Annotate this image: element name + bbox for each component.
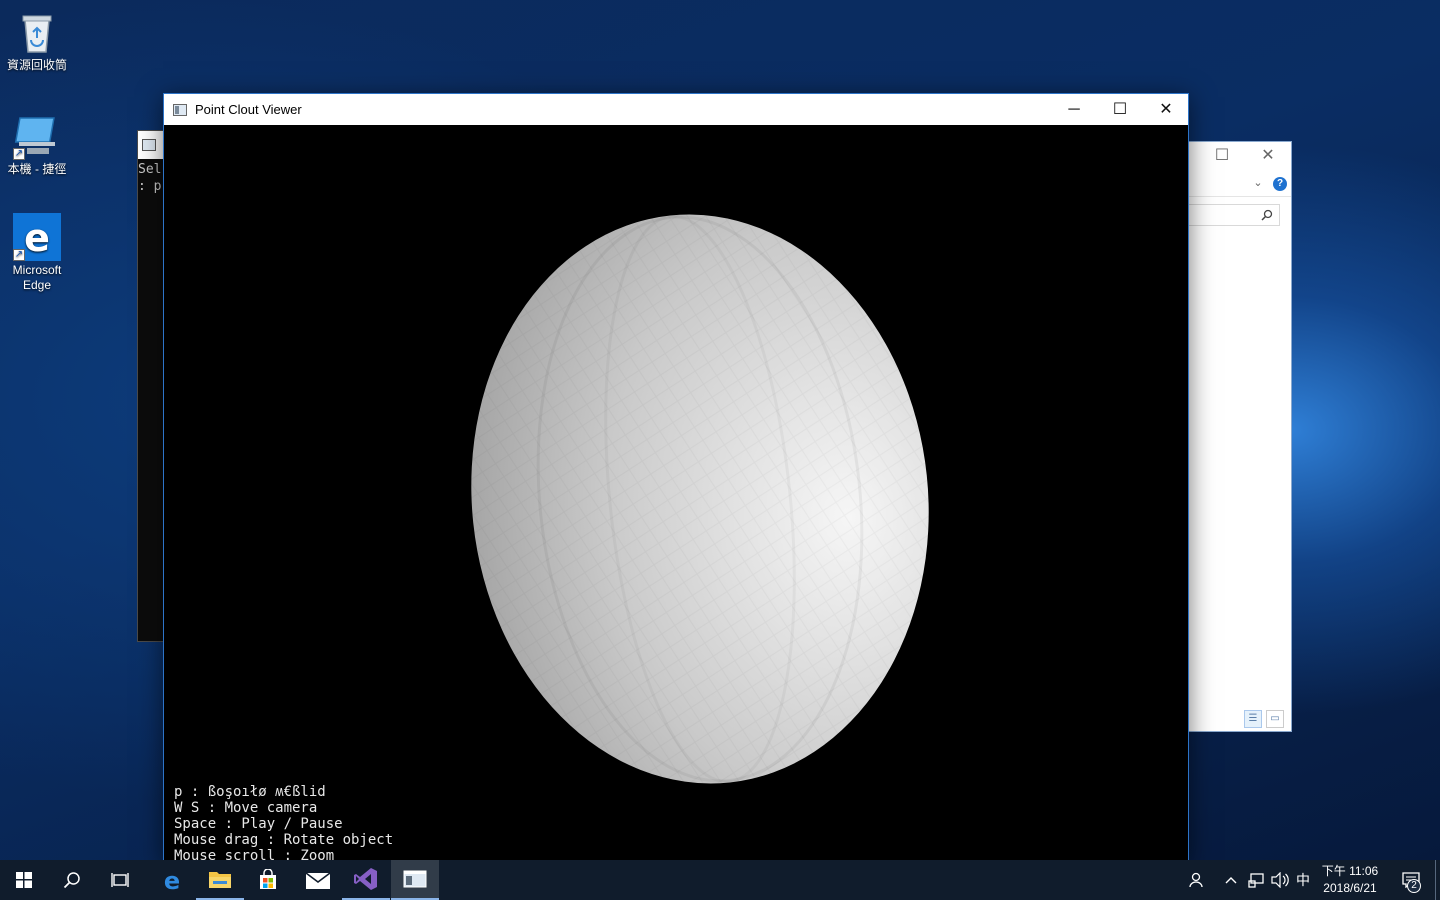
search-button[interactable]	[48, 860, 96, 900]
maximize-button[interactable]: ☐	[1097, 94, 1143, 125]
taskbar-point-viewer[interactable]	[391, 860, 439, 900]
store-icon	[260, 869, 276, 889]
chevron-down-icon[interactable]: ⌄	[1251, 176, 1265, 190]
taskbar: e 中 下午 11:06 2018/6/21	[0, 860, 1440, 900]
render-viewport[interactable]: p : ßoşoıłø ʍ€ßlid W S : Move camera Space…	[164, 125, 1188, 862]
close-button[interactable]: ✕	[1143, 94, 1189, 125]
network-icon	[1248, 873, 1264, 888]
details-view-button[interactable]: ☰	[1244, 710, 1262, 728]
notification-count-badge: 2	[1407, 879, 1421, 893]
taskbar-file-explorer[interactable]	[196, 860, 244, 900]
visual-studio-icon	[354, 868, 377, 890]
point-cloud-viewer-window[interactable]: Point Clout Viewer ─ ☐ ✕ p : ßoşoıłø ʍ€ß…	[163, 93, 1189, 863]
clock-date: 2018/6/21	[1323, 881, 1377, 895]
edge-icon: e	[164, 868, 180, 892]
explorer-maximize-button[interactable]: ☐	[1207, 146, 1237, 166]
search-icon	[1261, 209, 1273, 221]
svg-text:e: e	[164, 868, 180, 892]
rendered-ellipsoid[interactable]	[164, 125, 1188, 862]
point-viewer-icon	[403, 870, 427, 888]
explorer-titlebar[interactable]: ☐ ✕ ⌄ ?	[1189, 142, 1291, 197]
people-icon	[1189, 872, 1203, 888]
taskbar-visual-studio[interactable]	[342, 860, 390, 900]
mail-icon	[306, 872, 330, 889]
help-line: Space : Play / Pause	[174, 816, 343, 832]
desktop-icon-recycle-bin[interactable]: 資源回收筒	[0, 8, 74, 73]
clock-time: 下午 11:06	[1321, 864, 1379, 878]
edge-icon: e ↗	[13, 213, 61, 261]
ime-indicator[interactable]: 中	[1292, 860, 1314, 900]
desktop-icon-edge[interactable]: e ↗ Microsoft Edge	[0, 213, 74, 293]
volume-icon	[1271, 872, 1289, 888]
app-icon	[173, 103, 187, 116]
console-icon	[142, 139, 156, 151]
minimize-button[interactable]: ─	[1051, 94, 1097, 125]
taskbar-edge[interactable]: e	[148, 860, 196, 900]
search-icon	[63, 872, 80, 889]
show-hidden-icons-button[interactable]	[1220, 860, 1242, 900]
help-icon[interactable]: ?	[1273, 177, 1287, 191]
clock[interactable]: 下午 11:06 2018/6/21	[1314, 863, 1386, 897]
help-overlay: p : ßoşoıłø ʍ€ßlid W S : Move camera Space…	[174, 784, 393, 862]
desktop-icon-label: 本機 - 捷徑	[7, 162, 67, 176]
network-button[interactable]	[1244, 860, 1268, 900]
help-line: p : ßoşoıłø ʍ€ßlid	[174, 784, 326, 800]
taskbar-store[interactable]	[244, 860, 292, 900]
svg-text:e: e	[24, 216, 50, 260]
help-line: Mouse drag : Rotate object	[174, 832, 394, 848]
people-button[interactable]	[1182, 860, 1210, 900]
explorer-search-input[interactable]	[1189, 204, 1280, 226]
computer-icon: ↗	[13, 112, 61, 160]
file-explorer-window[interactable]: ☐ ✕ ⌄ ? ☰ ▭	[1188, 141, 1292, 732]
file-explorer-icon	[209, 872, 231, 888]
window-title: Point Clout Viewer	[195, 102, 302, 117]
recycle-bin-icon	[13, 8, 61, 56]
task-view-icon	[111, 873, 129, 887]
desktop-icon-label: 資源回收筒	[6, 58, 67, 72]
help-line: W S : Move camera	[174, 800, 318, 816]
task-view-button[interactable]	[96, 860, 144, 900]
window-titlebar[interactable]: Point Clout Viewer ─ ☐ ✕	[164, 94, 1188, 125]
large-icons-view-button[interactable]: ▭	[1266, 710, 1284, 728]
start-icon	[16, 872, 32, 888]
show-desktop-button[interactable]	[1435, 860, 1440, 900]
desktop-icon-this-pc[interactable]: ↗ 本機 - 捷徑	[0, 112, 74, 177]
volume-button[interactable]	[1268, 860, 1292, 900]
explorer-close-button[interactable]: ✕	[1253, 146, 1283, 166]
chevron-up-icon	[1225, 877, 1237, 884]
taskbar-mail[interactable]	[294, 860, 342, 900]
desktop-icon-label: Microsoft Edge	[12, 263, 62, 292]
shortcut-arrow-icon: ↗	[13, 148, 25, 160]
start-button[interactable]	[0, 860, 48, 900]
shortcut-arrow-icon: ↗	[13, 249, 25, 261]
